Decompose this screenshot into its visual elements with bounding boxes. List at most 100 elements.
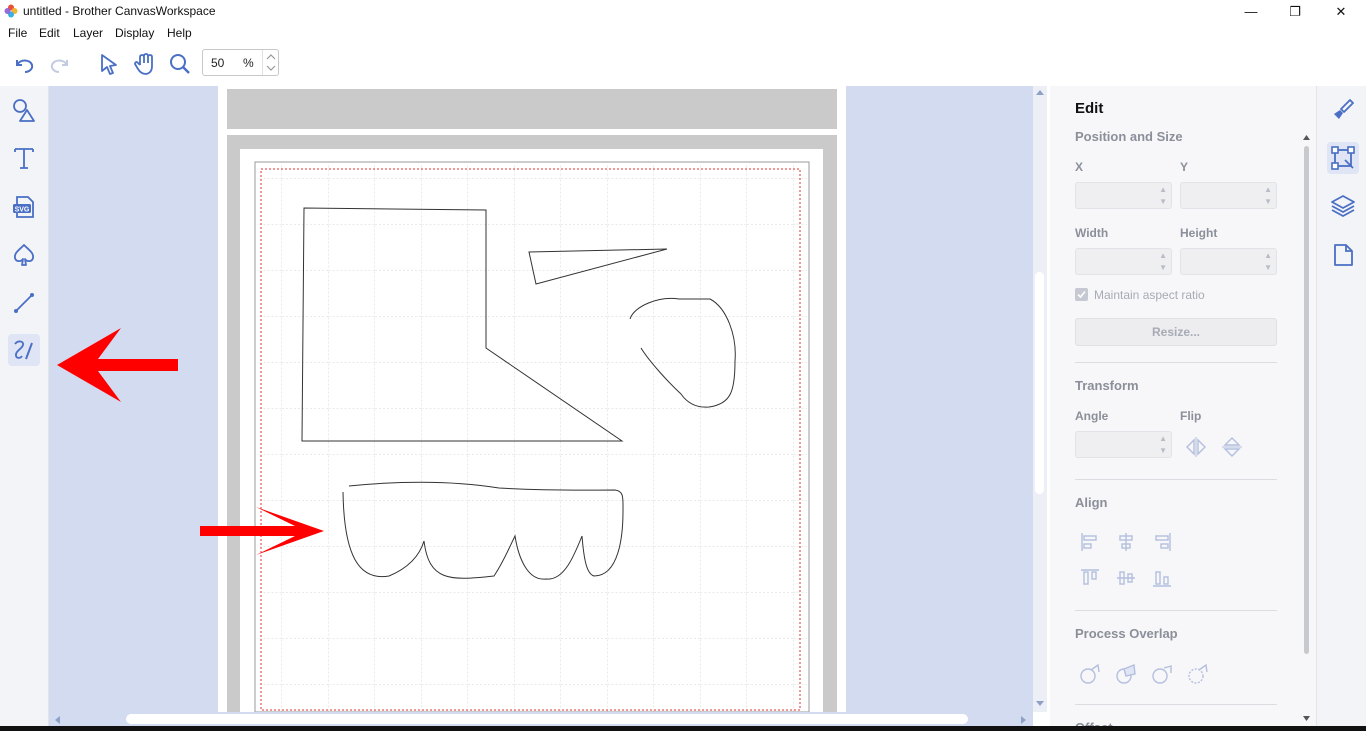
zoom-value[interactable]: 50 (211, 56, 224, 70)
select-arrow-icon[interactable] (96, 51, 122, 77)
menu-edit[interactable]: Edit (39, 26, 60, 40)
divider (1075, 704, 1277, 705)
align-bottom-icon[interactable] (1150, 566, 1174, 590)
intersect-icon[interactable] (1114, 662, 1138, 686)
menu-layer[interactable]: Layer (73, 26, 103, 40)
menu-help[interactable]: Help (167, 26, 192, 40)
right-tool-rail (1316, 86, 1366, 731)
pattern-tool[interactable] (8, 239, 40, 271)
canvas-area[interactable] (49, 86, 1033, 712)
x-label: X (1075, 160, 1084, 174)
menu-display[interactable]: Display (115, 26, 154, 40)
stepper-arrows-icon[interactable] (263, 50, 279, 75)
horizontal-scroll-thumb[interactable] (126, 714, 968, 724)
flip-label: Flip (1180, 409, 1202, 423)
panel-scroll-thumb[interactable] (1304, 146, 1309, 654)
undo-icon[interactable] (11, 51, 37, 77)
y-label: Y (1180, 160, 1189, 174)
edit-panel: Edit Position and Size X Y ▲ ▼ ▲ ▼ Width H… (1050, 86, 1316, 731)
line-icon (14, 293, 34, 313)
maintain-aspect-checkbox[interactable] (1075, 288, 1088, 301)
zoom-stepper[interactable] (262, 50, 278, 75)
minimize-button[interactable]: — (1228, 0, 1274, 23)
svg-import-tool[interactable]: SVG (8, 191, 40, 223)
freehand-pen-icon (14, 340, 33, 360)
annotation-arrow-right-icon (200, 507, 324, 555)
app-logo-icon (4, 4, 18, 18)
shapes-icon (13, 99, 35, 122)
weld-icon[interactable] (1078, 662, 1102, 686)
panel-scroll-down-icon[interactable] (1302, 715, 1311, 722)
paint-tool[interactable] (1327, 94, 1359, 126)
align-left-icon[interactable] (1078, 530, 1102, 554)
align-center-icon[interactable] (1114, 530, 1138, 554)
page-tool[interactable] (1327, 239, 1359, 271)
freehand-tool[interactable] (8, 334, 40, 366)
checkmark-icon (1077, 290, 1086, 299)
close-button[interactable]: ✕ (1318, 0, 1364, 23)
redo-icon[interactable] (47, 51, 73, 77)
layers-icon (1331, 195, 1355, 218)
spade-icon (13, 244, 35, 266)
window-title: untitled - Brother CanvasWorkspace (23, 4, 216, 18)
title-bar: untitled - Brother CanvasWorkspace — ❐ ✕ (0, 0, 1366, 23)
x-field[interactable]: ▲ ▼ (1075, 182, 1172, 209)
position-size-heading: Position and Size (1075, 129, 1183, 144)
flip-vertical-icon[interactable] (1220, 435, 1244, 459)
resize-button[interactable]: Resize... (1075, 318, 1277, 346)
hand-pan-icon[interactable] (132, 51, 158, 77)
canvas-drawing[interactable] (49, 86, 1033, 712)
edit-panel-title: Edit (1075, 100, 1104, 117)
left-tool-rail: SVG (0, 86, 49, 731)
taskbar-edge (0, 726, 1366, 731)
panel-scroll-up-icon[interactable] (1302, 134, 1311, 141)
panel-scrollbar[interactable] (1300, 134, 1312, 724)
zoom-unit: % (243, 56, 254, 70)
svg-file-icon: SVG (13, 196, 34, 218)
divider (1075, 610, 1277, 611)
divider (1075, 362, 1277, 363)
scroll-up-icon[interactable] (1035, 88, 1045, 96)
width-field[interactable]: ▲ ▼ (1075, 248, 1172, 275)
annotation-arrow-left-icon (57, 328, 178, 402)
y-field[interactable]: ▲ ▼ (1180, 182, 1277, 209)
height-label: Height (1180, 226, 1218, 240)
menu-file[interactable]: File (8, 26, 27, 40)
zoom-magnifier-icon[interactable] (167, 51, 193, 77)
zoom-input[interactable]: 50 % (202, 49, 279, 76)
angle-label: Angle (1075, 409, 1109, 423)
flip-horizontal-icon[interactable] (1184, 435, 1208, 459)
transform-heading: Transform (1075, 378, 1139, 393)
vertical-scroll-thumb[interactable] (1035, 272, 1044, 494)
vertical-scrollbar[interactable] (1033, 86, 1047, 712)
edit-tool[interactable] (1327, 142, 1359, 174)
svg-icon-text: SVG (15, 207, 30, 214)
align-heading: Align (1075, 495, 1108, 510)
page-icon (1334, 244, 1353, 266)
shapes-tool[interactable] (8, 94, 40, 126)
subtract-icon[interactable] (1150, 662, 1174, 686)
height-field[interactable]: ▲ ▼ (1180, 248, 1277, 275)
text-tool[interactable] (8, 142, 40, 174)
exclude-icon[interactable] (1186, 662, 1210, 686)
process-overlap-heading: Process Overlap (1075, 626, 1178, 641)
scroll-right-icon[interactable] (1020, 715, 1028, 725)
maintain-aspect-label: Maintain aspect ratio (1094, 288, 1205, 302)
transform-box-icon (1331, 146, 1355, 170)
scroll-down-icon[interactable] (1035, 700, 1045, 708)
layers-tool[interactable] (1327, 190, 1359, 222)
width-label: Width (1075, 226, 1109, 240)
line-tool[interactable] (8, 287, 40, 319)
text-t-icon (14, 148, 34, 169)
align-right-icon[interactable] (1150, 530, 1174, 554)
angle-field[interactable]: ▲ ▼ (1075, 431, 1172, 458)
divider (1075, 479, 1277, 480)
scroll-left-icon[interactable] (53, 715, 61, 725)
restore-button[interactable]: ❐ (1272, 0, 1318, 23)
paintbrush-icon (1334, 99, 1354, 119)
mat-top-strip (227, 89, 837, 129)
horizontal-scrollbar[interactable] (49, 712, 1033, 726)
align-top-icon[interactable] (1078, 566, 1102, 590)
canvas-grid (257, 164, 807, 712)
align-middle-icon[interactable] (1114, 566, 1138, 590)
